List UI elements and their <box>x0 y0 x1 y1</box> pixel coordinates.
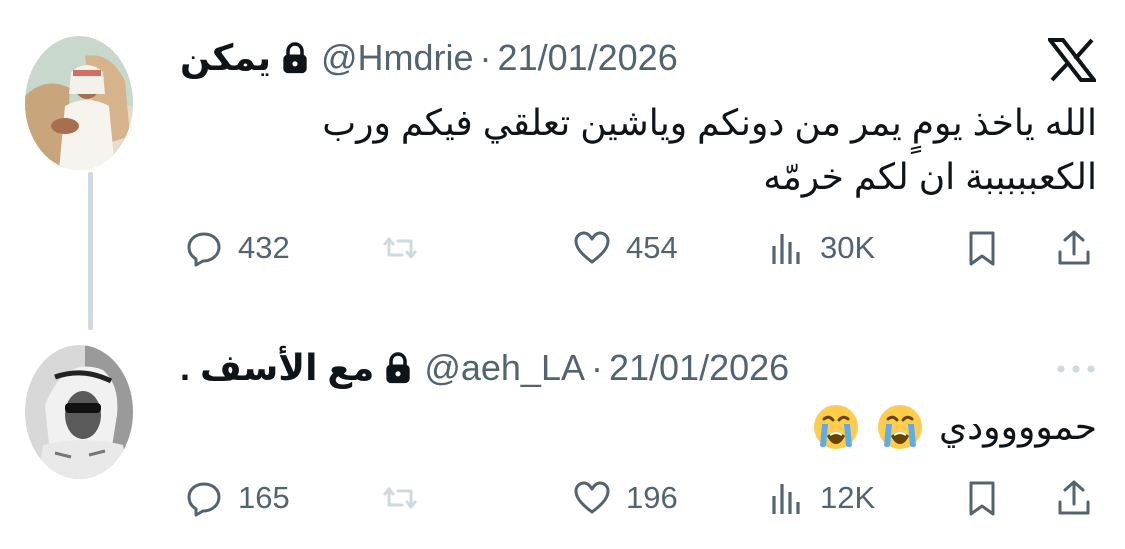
tweet-text: الله ياخذ يومٍ يمر من دونكم وياشين تعلقي… <box>197 96 1097 204</box>
bookmark-icon <box>969 481 995 516</box>
views-icon <box>772 234 800 264</box>
like-count: 196 <box>626 480 678 515</box>
tweet-date[interactable]: 21/01/2026 <box>498 37 678 79</box>
heart-icon <box>574 231 610 264</box>
lock-icon <box>384 351 412 385</box>
like-button[interactable]: 454 <box>572 228 678 268</box>
share-icon <box>1058 480 1090 515</box>
retweet-icon <box>383 487 417 509</box>
display-name[interactable]: يمكن <box>180 37 271 79</box>
tweet-text-line: الكعبببببة ان لكم خرمّه <box>763 156 1097 197</box>
views-button[interactable]: 30K <box>766 228 875 268</box>
tweet-text: حموووودي <box>811 400 1097 454</box>
tweet-header: مع الأسف . @aeh_LA · 21/01/2026 <box>180 343 789 393</box>
like-count: 454 <box>626 230 678 265</box>
more-icon[interactable] <box>1054 362 1098 376</box>
reply-count: 165 <box>238 480 290 515</box>
like-button[interactable]: 196 <box>572 478 678 518</box>
views-button[interactable]: 12K <box>766 478 875 518</box>
reply-icon <box>187 482 221 517</box>
retweet-button[interactable] <box>380 478 420 518</box>
crying-face-icon <box>811 402 861 452</box>
reply-button[interactable]: 432 <box>184 228 290 268</box>
reply-count: 432 <box>238 230 290 265</box>
retweet-button[interactable] <box>380 228 420 268</box>
bookmark-button[interactable] <box>962 228 1002 268</box>
user-handle[interactable]: @Hmdrie <box>321 37 474 79</box>
tweet-date[interactable]: 21/01/2026 <box>609 347 789 389</box>
heart-icon <box>574 481 610 514</box>
avatar[interactable] <box>25 36 133 170</box>
share-icon <box>1058 230 1090 265</box>
tweet-text-line: حموووودي <box>938 406 1097 447</box>
display-name[interactable]: مع الأسف . <box>180 347 374 389</box>
tweet-actions: 432 454 30K <box>180 228 1105 274</box>
x-logo-icon <box>1045 38 1099 82</box>
reply-button[interactable]: 165 <box>184 478 290 518</box>
separator-dot: · <box>479 37 492 78</box>
tweet-text-line: الله ياخذ يومٍ يمر من دونكم وياشين تعلقي… <box>322 102 1097 143</box>
lock-icon <box>281 41 309 75</box>
tweet-header: يمكن @Hmdrie · 21/01/2026 <box>180 33 678 83</box>
share-button[interactable] <box>1054 228 1094 268</box>
separator-dot: · <box>590 347 603 388</box>
crying-face-icon <box>875 402 925 452</box>
user-handle[interactable]: @aeh_LA <box>424 347 585 389</box>
views-icon <box>772 484 800 514</box>
bookmark-icon <box>969 231 995 266</box>
avatar[interactable] <box>25 345 133 479</box>
bookmark-button[interactable] <box>962 478 1002 518</box>
views-count: 30K <box>820 230 876 265</box>
thread-connector-line <box>88 172 93 330</box>
retweet-icon <box>383 237 417 259</box>
share-button[interactable] <box>1054 478 1094 518</box>
tweet-actions: 165 196 12K <box>180 478 1105 524</box>
views-count: 12K <box>820 480 876 515</box>
reply-icon <box>187 232 221 267</box>
